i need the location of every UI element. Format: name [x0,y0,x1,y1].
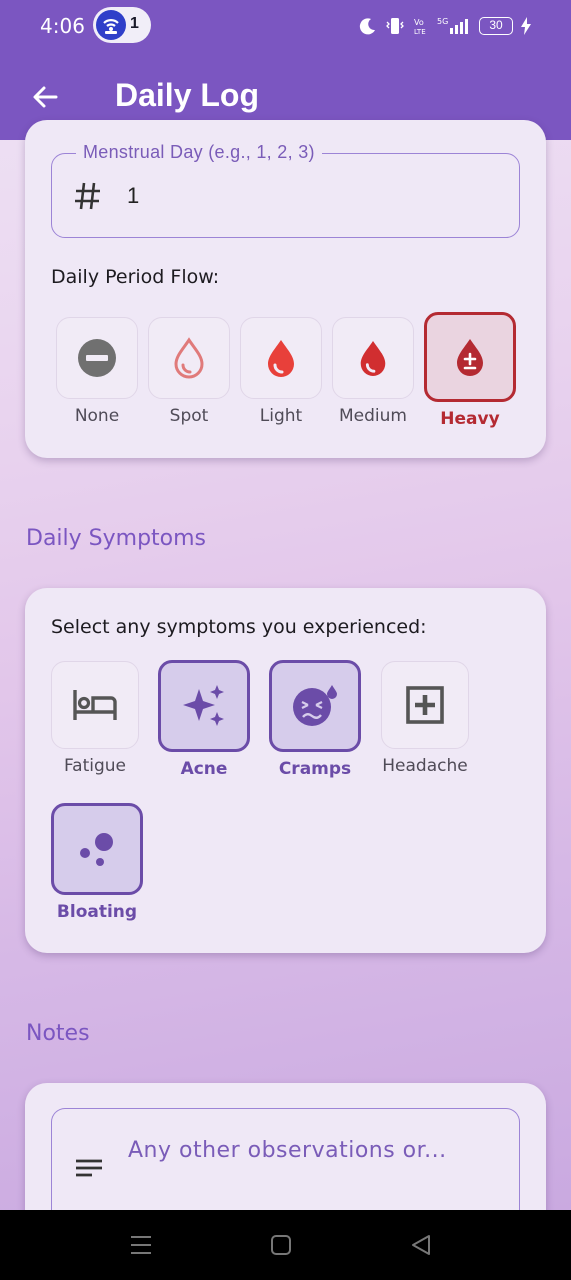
flow-option-label: Heavy [440,409,500,429]
system-nav-bar [0,1210,571,1280]
volte-icon: Vo LTE [414,18,426,36]
battery-icon: 30 [479,17,513,35]
battery-level: 30 [489,18,503,32]
arrow-back-icon [33,86,58,108]
menstrual-day-value: 1 [127,183,140,208]
status-icons: Vo LTE 5G 30 [359,13,531,39]
symptoms-prompt: Select any symptoms you experienced: [51,616,427,638]
svg-text:LTE: LTE [414,28,426,36]
notes-section-title: Notes [26,1021,90,1046]
flow-option-label: Spot [169,406,209,426]
symptom-label: Headache [382,756,468,776]
flow-option-label: Light [259,406,303,426]
back-button[interactable] [26,78,66,118]
back-nav-icon[interactable] [408,1232,434,1258]
menu-nav-icon[interactable] [128,1232,154,1258]
menstrual-day-label: Menstrual Day (e.g., 1, 2, 3) [76,142,322,163]
notes-icon [76,1159,102,1177]
bed-icon [73,690,117,720]
status-time: 4:06 [40,14,85,38]
vibrate-icon [386,18,404,34]
hotspot-indicator: 1 [93,7,151,43]
medical-plus-icon [406,686,444,724]
flow-option-heavy[interactable]: Heavy [424,312,516,429]
menstrual-day-field[interactable]: Menstrual Day (e.g., 1, 2, 3) 1 [51,142,520,238]
flow-option-medium[interactable]: Medium [332,317,414,426]
flow-option-label: None [74,406,120,426]
sick-face-icon [293,685,337,726]
charging-icon [521,17,531,35]
status-bar: 4:06 1 Vo LTE 5G 30 [0,0,571,52]
drop-icon [360,341,386,376]
flow-option-label: Medium [339,406,407,426]
drop-outline-icon [174,337,204,379]
symptom-cramps[interactable]: Cramps [269,660,361,779]
drop-icon [268,340,294,377]
symptom-label: Acne [180,759,228,779]
symptom-label: Fatigue [63,756,127,776]
symptom-bloating[interactable]: Bloating [51,803,143,922]
sparkles-icon [183,685,224,726]
symptoms-section-title: Daily Symptoms [26,526,207,551]
flow-option-none[interactable]: None [56,317,138,426]
notes-placeholder: Any other observations or... [128,1138,447,1163]
number-icon [75,182,100,210]
symptom-headache[interactable]: Headache [381,661,469,776]
hotspot-count: 1 [130,15,139,32]
page-title: Daily Log [115,77,260,113]
signal-5g-icon: 5G [437,17,468,34]
symptom-fatigue[interactable]: Fatigue [51,661,139,776]
flow-option-spot[interactable]: Spot [148,317,230,426]
remove-circle-icon [78,339,116,377]
drop-plus-minus-icon [457,339,483,376]
bubbles-icon [80,833,113,866]
flow-card: Menstrual Day (e.g., 1, 2, 3) 1 Daily Pe… [25,120,546,458]
svg-text:5G: 5G [437,17,448,26]
hotspot-icon [96,10,126,40]
home-nav-icon[interactable] [268,1232,294,1258]
symptom-label: Bloating [56,902,138,922]
symptom-acne[interactable]: Acne [158,660,250,779]
flow-option-light[interactable]: Light [240,317,322,426]
symptom-label: Cramps [278,759,352,779]
symptoms-card: Select any symptoms you experienced: Fat… [25,588,546,953]
moon-icon [359,18,375,35]
svg-text:Vo: Vo [414,18,424,27]
flow-label: Daily Period Flow: [51,266,220,288]
